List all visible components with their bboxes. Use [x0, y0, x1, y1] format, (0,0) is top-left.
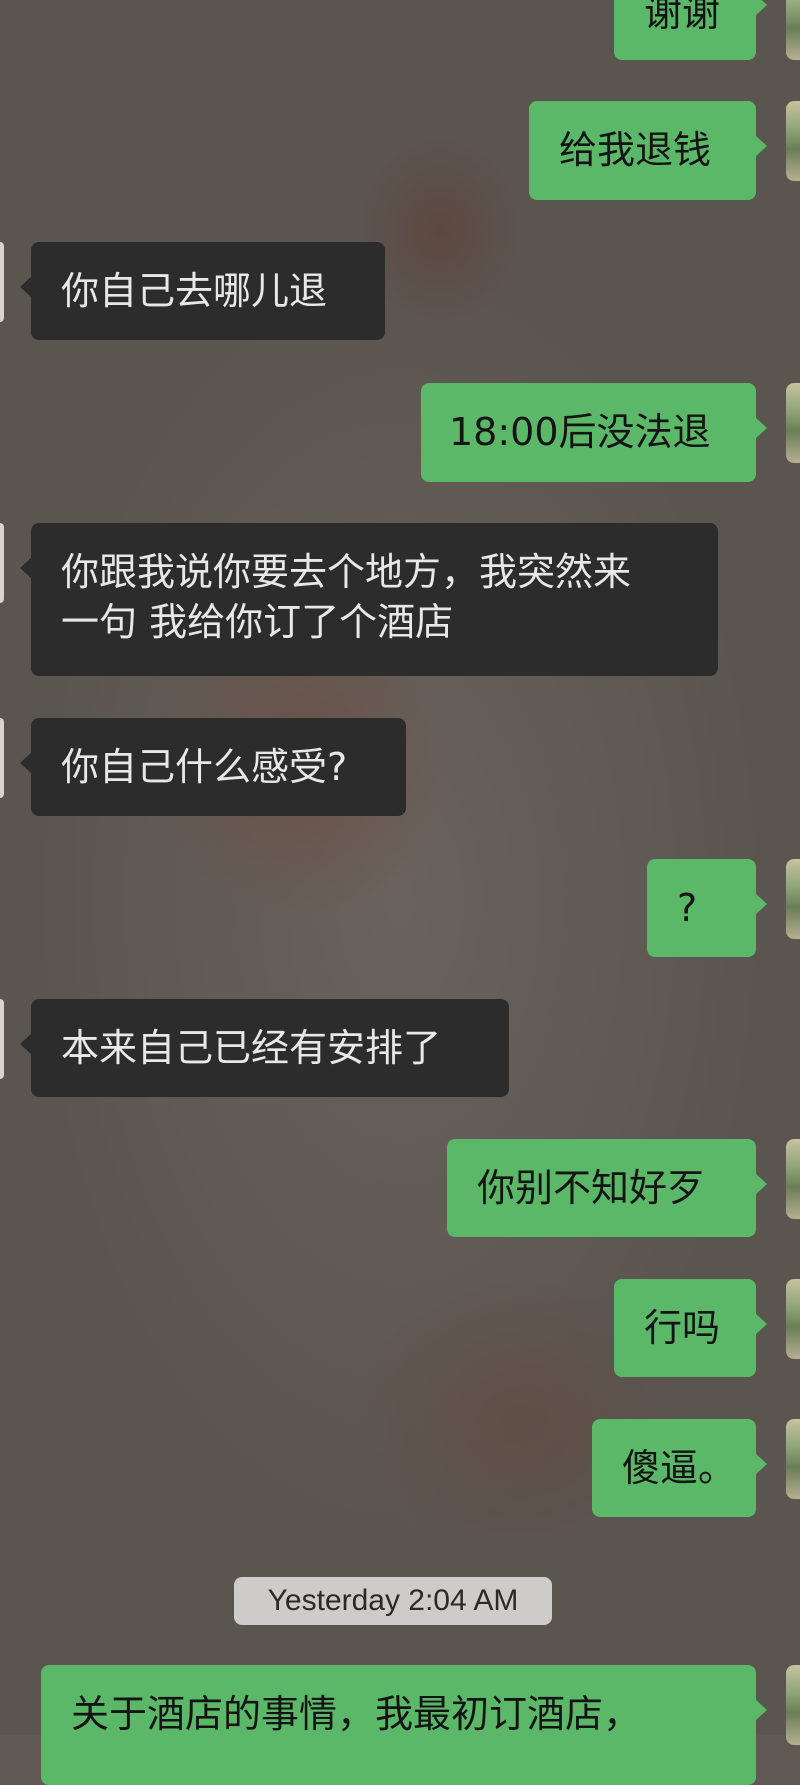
my-avatar[interactable]	[786, 0, 800, 60]
message-timestamp: Yesterday 2:04 AM	[234, 1577, 552, 1625]
message-text: 你别不知好歹	[477, 1166, 706, 1210]
message-bubble-sent[interactable]: 谢谢	[614, 0, 767, 60]
message-bubble-sent[interactable]: ?	[647, 859, 767, 957]
my-avatar[interactable]	[786, 1419, 800, 1499]
my-avatar[interactable]	[786, 859, 800, 939]
message-bubble-sent[interactable]: 行吗	[614, 1279, 767, 1377]
message-bubble-sent[interactable]: 关于酒店的事情，我最初订酒店，	[41, 1665, 767, 1785]
message-bubble-sent[interactable]: 18:00后没法退	[421, 383, 767, 482]
message-bubble-sent[interactable]: 傻逼。	[592, 1419, 767, 1517]
message-bubble-sent[interactable]: 给我退钱	[529, 101, 767, 200]
message-text: 关于酒店的事情，我最初订酒店，	[71, 1692, 642, 1736]
message-text: 谢谢	[644, 0, 721, 35]
my-avatar[interactable]	[786, 1279, 800, 1359]
message-bubble-received[interactable]: 你跟我说你要去个地方，我突然来 一句 我给你订了个酒店	[20, 523, 718, 676]
message-bubble-received[interactable]: 本来自己已经有安排了	[20, 999, 509, 1097]
contact-avatar[interactable]	[0, 999, 4, 1079]
message-bubble-received[interactable]: 你自己什么感受?	[20, 718, 406, 816]
my-avatar[interactable]	[786, 383, 800, 463]
message-text: 行吗	[644, 1306, 721, 1350]
message-bubble-received[interactable]: 你自己去哪儿退	[20, 242, 385, 340]
my-avatar[interactable]	[786, 1139, 800, 1219]
message-text: 你自己什么感受?	[61, 745, 348, 789]
my-avatar[interactable]	[786, 1665, 800, 1745]
message-text: 18:00后没法退	[449, 410, 711, 454]
contact-avatar[interactable]	[0, 718, 4, 798]
contact-avatar[interactable]	[0, 242, 4, 322]
contact-avatar[interactable]	[0, 523, 4, 603]
message-text: 傻逼。	[622, 1446, 737, 1490]
message-text: 给我退钱	[559, 128, 712, 172]
my-avatar[interactable]	[786, 101, 800, 181]
message-text: ?	[677, 886, 698, 930]
message-text-line: 一句 我给你订了个酒店	[61, 600, 454, 644]
message-text: 本来自己已经有安排了	[61, 1026, 442, 1070]
message-text: 你自己去哪儿退	[61, 269, 328, 313]
message-bubble-sent[interactable]: 你别不知好歹	[447, 1139, 767, 1237]
message-text-line: 你跟我说你要去个地方，我突然来	[61, 550, 632, 594]
